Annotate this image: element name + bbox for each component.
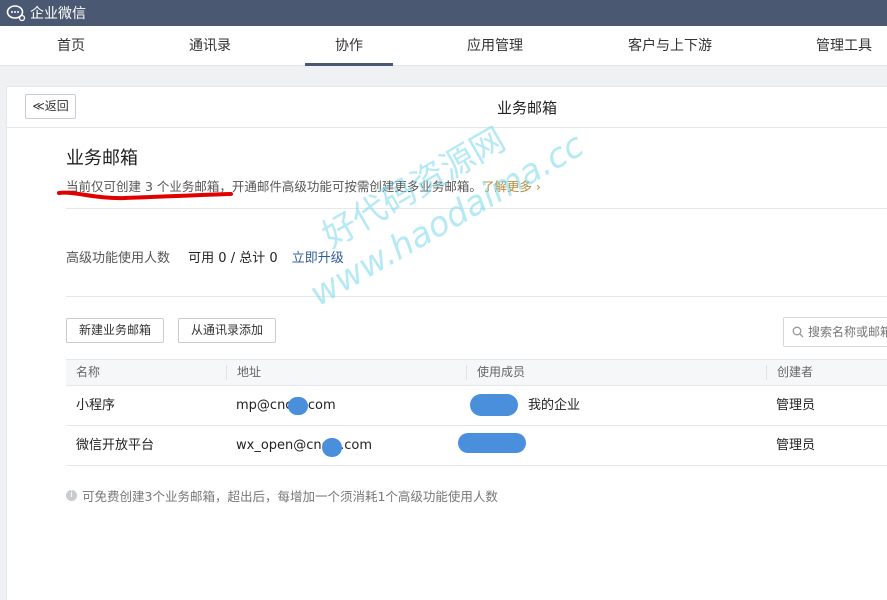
- redaction-blob: [470, 394, 518, 416]
- footnote: i 可免费创建3个业务邮箱，超出后，每增加一个须消耗1个高级功能使用人数: [66, 486, 498, 505]
- cell-address: wx_open@cnc c.com: [236, 438, 372, 453]
- cell-creator: 管理员: [776, 398, 816, 413]
- redaction-blob: [458, 433, 526, 453]
- new-mailbox-button[interactable]: 新建业务邮箱: [66, 318, 164, 343]
- mailbox-table: 名称 地址 使用成员 创建者 小程序 mp@cnc c.com 我的企业 管理员…: [66, 359, 887, 466]
- upgrade-link[interactable]: 立即升级: [292, 251, 344, 266]
- search-input[interactable]: [808, 325, 887, 339]
- learn-more-link[interactable]: 了解更多 ›: [482, 179, 541, 194]
- app-name: 企业微信: [30, 6, 86, 22]
- top-bar: 企业微信: [0, 0, 887, 26]
- nav-app-management[interactable]: 应用管理: [450, 26, 540, 66]
- card-header: ≪返回 业务邮箱: [7, 87, 887, 128]
- cell-address: mp@cnc c.com: [236, 398, 336, 413]
- cell-name: 小程序: [76, 398, 116, 413]
- section-title: 业务邮箱: [66, 148, 138, 169]
- table-row[interactable]: 小程序 mp@cnc c.com 我的企业 管理员: [66, 386, 887, 426]
- nav-customers[interactable]: 客户与上下游: [610, 26, 730, 66]
- nav-collaboration[interactable]: 协作: [305, 26, 393, 66]
- page-title: 业务邮箱: [497, 99, 558, 117]
- redaction-blob: [322, 438, 342, 457]
- content-card: ≪返回 业务邮箱 业务邮箱 当前仅可创建 3 个业务邮箱，开通邮件高级功能可按需…: [6, 86, 887, 600]
- nav-home[interactable]: 首页: [40, 26, 102, 66]
- cell-creator: 管理员: [776, 438, 816, 453]
- search-box[interactable]: [783, 317, 887, 347]
- table-row[interactable]: 微信开放平台 wx_open@cnc c.com 管理员: [66, 426, 887, 466]
- usage-value: 可用 0 / 总计 0: [188, 251, 278, 266]
- back-button[interactable]: ≪返回: [25, 94, 76, 119]
- column-header-name: 名称: [76, 365, 101, 379]
- column-header-address: 地址: [226, 365, 261, 380]
- footnote-text: 可免费创建3个业务邮箱，超出后，每增加一个须消耗1个高级功能使用人数: [82, 489, 498, 504]
- usage-label: 高级功能使用人数: [66, 251, 171, 266]
- main-nav: 首页 通讯录 协作 应用管理 客户与上下游 管理工具: [0, 26, 887, 66]
- divider: [66, 208, 887, 209]
- usage-row: 高级功能使用人数 可用 0 / 总计 0 立即升级: [66, 247, 344, 266]
- redaction-blob: [288, 397, 308, 415]
- nav-admin-tools[interactable]: 管理工具: [800, 26, 887, 66]
- info-icon: i: [66, 490, 77, 501]
- wecom-logo-icon: [6, 5, 26, 22]
- search-icon: [792, 326, 804, 338]
- add-from-contacts-button[interactable]: 从通讯录添加: [178, 318, 276, 343]
- cell-members: [476, 426, 486, 466]
- column-header-creator: 创建者: [766, 365, 813, 380]
- nav-contacts[interactable]: 通讯录: [170, 26, 250, 66]
- app-logo[interactable]: 企业微信: [6, 2, 86, 24]
- nav-active-indicator: [305, 63, 393, 66]
- cell-members: 我的企业: [528, 398, 581, 413]
- red-underline-annotation: [57, 190, 233, 201]
- cell-name: 微信开放平台: [76, 438, 155, 453]
- divider: [66, 296, 887, 297]
- table-header: 名称 地址 使用成员 创建者: [66, 359, 887, 386]
- column-header-members: 使用成员: [466, 365, 525, 380]
